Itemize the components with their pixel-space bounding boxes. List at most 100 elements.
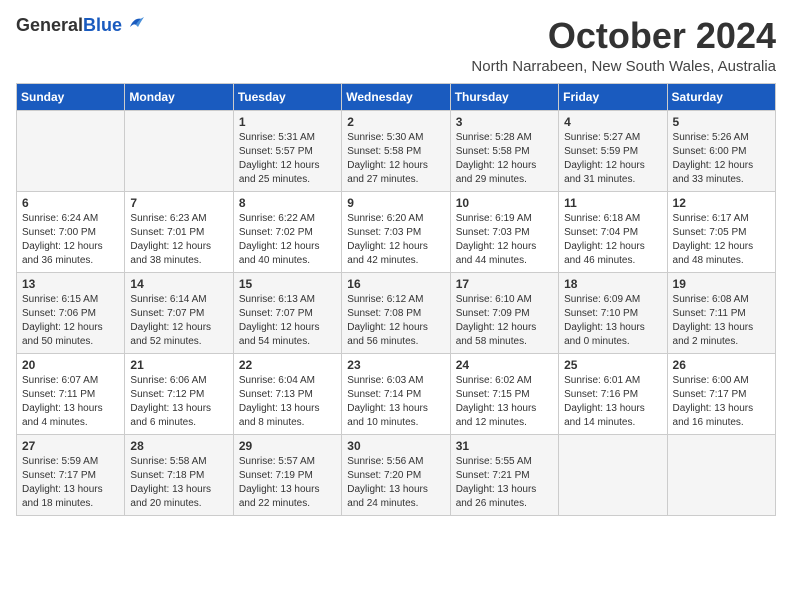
calendar-cell: 18 Sunrise: 6:09 AM Sunset: 7:10 PM Dayli… (559, 272, 667, 353)
calendar-week-row: 27 Sunrise: 5:59 AM Sunset: 7:17 PM Dayli… (17, 434, 776, 515)
logo-bird-icon (124, 13, 146, 35)
cell-info: Sunrise: 6:18 AM Sunset: 7:04 PM Dayligh… (564, 212, 661, 268)
cell-info: Sunrise: 5:57 AM Sunset: 7:19 PM Dayligh… (239, 455, 336, 511)
cell-info: Sunrise: 6:14 AM Sunset: 7:07 PM Dayligh… (130, 293, 227, 349)
calendar-cell: 25 Sunrise: 6:01 AM Sunset: 7:16 PM Dayli… (559, 353, 667, 434)
logo-blue-text: Blue (83, 15, 122, 35)
calendar-cell: 2 Sunrise: 5:30 AM Sunset: 5:58 PM Daylig… (342, 110, 450, 191)
cell-day-number: 9 (347, 196, 444, 210)
calendar-cell: 31Sunrise: 5:55 AM Sunset: 7:21 PM Dayli… (450, 434, 558, 515)
calendar-cell: 28 Sunrise: 5:58 AM Sunset: 7:18 PM Dayli… (125, 434, 233, 515)
calendar-cell: 12 Sunrise: 6:17 AM Sunset: 7:05 PM Dayli… (667, 191, 775, 272)
calendar-table: SundayMondayTuesdayWednesdayThursdayFrid… (16, 83, 776, 516)
logo-general-text: General (16, 15, 83, 35)
cell-info: Sunrise: 6:09 AM Sunset: 7:10 PM Dayligh… (564, 293, 661, 349)
calendar-cell: 8Sunrise: 6:22 AM Sunset: 7:02 PM Daylig… (233, 191, 341, 272)
day-header-saturday: Saturday (667, 83, 775, 110)
calendar-cell: 13 Sunrise: 6:15 AM Sunset: 7:06 PM Dayli… (17, 272, 125, 353)
days-header-row: SundayMondayTuesdayWednesdayThursdayFrid… (17, 83, 776, 110)
calendar-cell: 15 Sunrise: 6:13 AM Sunset: 7:07 PM Dayli… (233, 272, 341, 353)
cell-day-number: 28 (130, 439, 227, 453)
cell-info: Sunrise: 6:23 AM Sunset: 7:01 PM Dayligh… (130, 212, 227, 268)
cell-info: Sunrise: 5:30 AM Sunset: 5:58 PM Dayligh… (347, 131, 444, 187)
calendar-cell (125, 110, 233, 191)
header: GeneralBlue October 2024 North Narrabeen… (16, 16, 776, 75)
calendar-cell: 29Sunrise: 5:57 AM Sunset: 7:19 PM Dayli… (233, 434, 341, 515)
calendar-cell: 30Sunrise: 5:56 AM Sunset: 7:20 PM Dayli… (342, 434, 450, 515)
cell-day-number: 22 (239, 358, 336, 372)
calendar-cell: 5Sunrise: 5:26 AM Sunset: 6:00 PM Daylig… (667, 110, 775, 191)
cell-day-number: 26 (673, 358, 770, 372)
calendar-week-row: 20Sunrise: 6:07 AM Sunset: 7:11 PM Dayli… (17, 353, 776, 434)
cell-day-number: 7 (130, 196, 227, 210)
cell-info: Sunrise: 6:19 AM Sunset: 7:03 PM Dayligh… (456, 212, 553, 268)
calendar-cell: 20Sunrise: 6:07 AM Sunset: 7:11 PM Dayli… (17, 353, 125, 434)
calendar-cell: 7 Sunrise: 6:23 AM Sunset: 7:01 PM Daylig… (125, 191, 233, 272)
cell-day-number: 15 (239, 277, 336, 291)
calendar-cell: 27 Sunrise: 5:59 AM Sunset: 7:17 PM Dayli… (17, 434, 125, 515)
title-block: October 2024 North Narrabeen, New South … (471, 16, 776, 75)
cell-day-number: 31 (456, 439, 553, 453)
month-title: October 2024 (471, 16, 776, 56)
calendar-cell: 6Sunrise: 6:24 AM Sunset: 7:00 PM Daylig… (17, 191, 125, 272)
day-header-monday: Monday (125, 83, 233, 110)
cell-day-number: 17 (456, 277, 553, 291)
cell-info: Sunrise: 5:31 AM Sunset: 5:57 PM Dayligh… (239, 131, 336, 187)
cell-day-number: 2 (347, 115, 444, 129)
calendar-cell: 23Sunrise: 6:03 AM Sunset: 7:14 PM Dayli… (342, 353, 450, 434)
cell-day-number: 12 (673, 196, 770, 210)
calendar-cell (667, 434, 775, 515)
calendar-cell (559, 434, 667, 515)
cell-info: Sunrise: 6:07 AM Sunset: 7:11 PM Dayligh… (22, 374, 119, 430)
cell-day-number: 21 (130, 358, 227, 372)
calendar-cell: 9 Sunrise: 6:20 AM Sunset: 7:03 PM Daylig… (342, 191, 450, 272)
calendar-cell: 4 Sunrise: 5:27 AM Sunset: 5:59 PM Daylig… (559, 110, 667, 191)
location-title: North Narrabeen, New South Wales, Austra… (471, 58, 776, 75)
calendar-cell (17, 110, 125, 191)
cell-info: Sunrise: 5:28 AM Sunset: 5:58 PM Dayligh… (456, 131, 553, 187)
cell-info: Sunrise: 6:24 AM Sunset: 7:00 PM Dayligh… (22, 212, 119, 268)
calendar-cell: 19 Sunrise: 6:08 AM Sunset: 7:11 PM Dayli… (667, 272, 775, 353)
calendar-cell: 14Sunrise: 6:14 AM Sunset: 7:07 PM Dayli… (125, 272, 233, 353)
cell-info: Sunrise: 6:02 AM Sunset: 7:15 PM Dayligh… (456, 374, 553, 430)
calendar-week-row: 13 Sunrise: 6:15 AM Sunset: 7:06 PM Dayli… (17, 272, 776, 353)
cell-info: Sunrise: 6:08 AM Sunset: 7:11 PM Dayligh… (673, 293, 770, 349)
cell-day-number: 10 (456, 196, 553, 210)
cell-info: Sunrise: 5:59 AM Sunset: 7:17 PM Dayligh… (22, 455, 119, 511)
cell-day-number: 19 (673, 277, 770, 291)
day-header-friday: Friday (559, 83, 667, 110)
cell-day-number: 25 (564, 358, 661, 372)
calendar-cell: 10 Sunrise: 6:19 AM Sunset: 7:03 PM Dayli… (450, 191, 558, 272)
logo: GeneralBlue (16, 16, 146, 36)
cell-info: Sunrise: 6:17 AM Sunset: 7:05 PM Dayligh… (673, 212, 770, 268)
cell-info: Sunrise: 6:13 AM Sunset: 7:07 PM Dayligh… (239, 293, 336, 349)
calendar-cell: 11 Sunrise: 6:18 AM Sunset: 7:04 PM Dayli… (559, 191, 667, 272)
cell-day-number: 16 (347, 277, 444, 291)
cell-day-number: 27 (22, 439, 119, 453)
cell-info: Sunrise: 6:10 AM Sunset: 7:09 PM Dayligh… (456, 293, 553, 349)
cell-info: Sunrise: 6:00 AM Sunset: 7:17 PM Dayligh… (673, 374, 770, 430)
cell-day-number: 18 (564, 277, 661, 291)
cell-info: Sunrise: 6:12 AM Sunset: 7:08 PM Dayligh… (347, 293, 444, 349)
cell-day-number: 11 (564, 196, 661, 210)
day-header-sunday: Sunday (17, 83, 125, 110)
calendar-cell: 3 Sunrise: 5:28 AM Sunset: 5:58 PM Daylig… (450, 110, 558, 191)
cell-day-number: 24 (456, 358, 553, 372)
cell-info: Sunrise: 5:58 AM Sunset: 7:18 PM Dayligh… (130, 455, 227, 511)
cell-day-number: 8 (239, 196, 336, 210)
day-header-tuesday: Tuesday (233, 83, 341, 110)
calendar-cell: 17 Sunrise: 6:10 AM Sunset: 7:09 PM Dayli… (450, 272, 558, 353)
cell-day-number: 3 (456, 115, 553, 129)
calendar-cell: 16 Sunrise: 6:12 AM Sunset: 7:08 PM Dayli… (342, 272, 450, 353)
cell-info: Sunrise: 6:15 AM Sunset: 7:06 PM Dayligh… (22, 293, 119, 349)
cell-day-number: 1 (239, 115, 336, 129)
cell-day-number: 4 (564, 115, 661, 129)
cell-info: Sunrise: 6:20 AM Sunset: 7:03 PM Dayligh… (347, 212, 444, 268)
calendar-week-row: 6Sunrise: 6:24 AM Sunset: 7:00 PM Daylig… (17, 191, 776, 272)
cell-info: Sunrise: 6:01 AM Sunset: 7:16 PM Dayligh… (564, 374, 661, 430)
day-header-thursday: Thursday (450, 83, 558, 110)
cell-info: Sunrise: 6:03 AM Sunset: 7:14 PM Dayligh… (347, 374, 444, 430)
cell-info: Sunrise: 5:26 AM Sunset: 6:00 PM Dayligh… (673, 131, 770, 187)
cell-info: Sunrise: 5:27 AM Sunset: 5:59 PM Dayligh… (564, 131, 661, 187)
cell-day-number: 13 (22, 277, 119, 291)
